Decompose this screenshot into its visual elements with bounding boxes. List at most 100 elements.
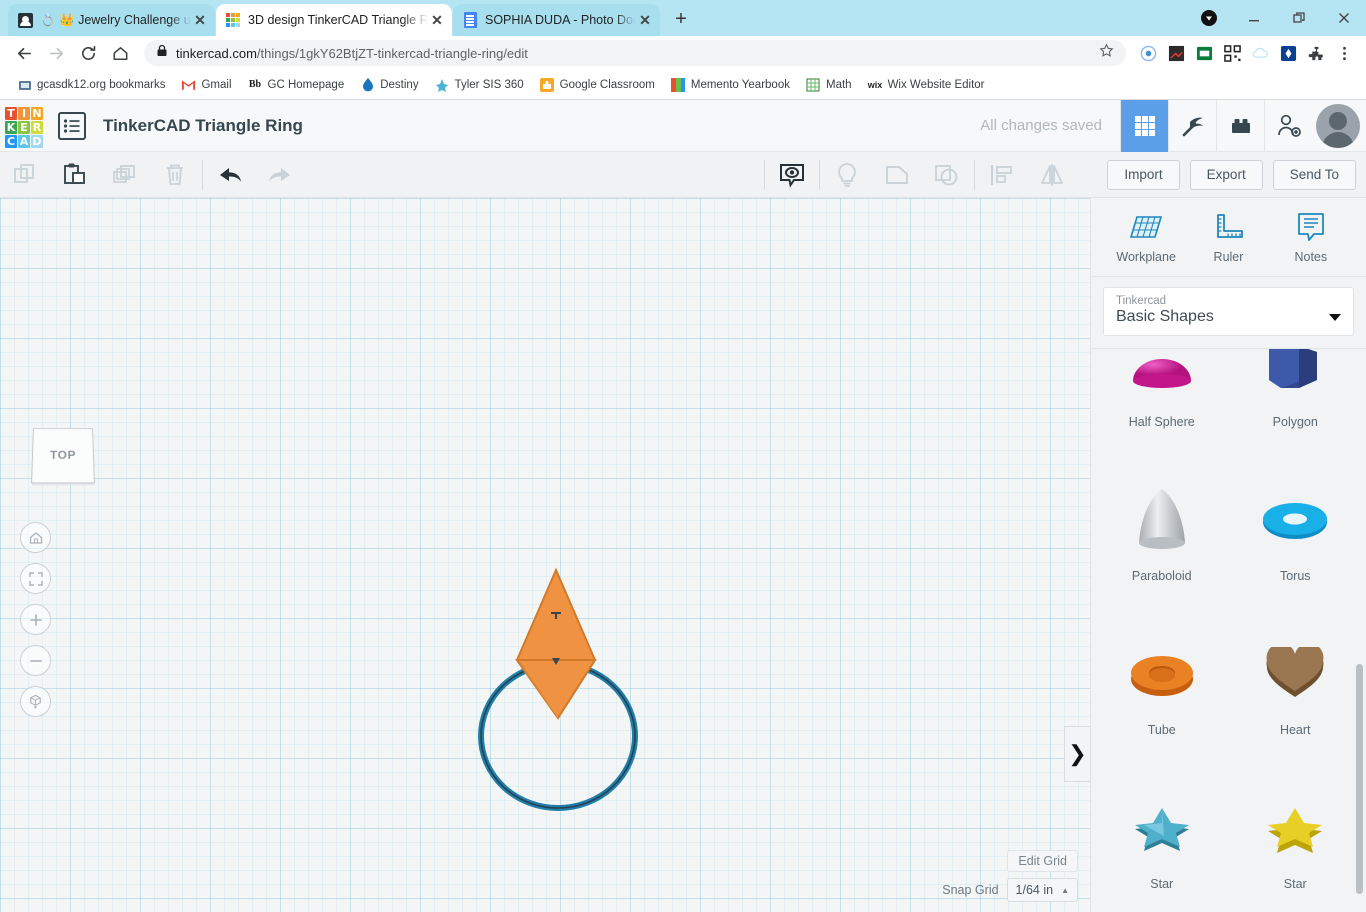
toolbar-divider [974,160,975,190]
zoom-out-icon[interactable] [20,645,51,676]
star-yellow-icon [1229,783,1363,875]
maximize-button[interactable] [1276,0,1321,36]
mirror-icon[interactable] [1027,152,1077,198]
bookmark-tyler-sis[interactable]: Tyler SIS 360 [428,74,531,95]
panel-scrollbar[interactable] [1356,349,1364,912]
destiny-icon [360,77,375,92]
send-to-button[interactable]: Send To [1273,160,1356,190]
home-button[interactable] [105,38,135,68]
notes-tool[interactable]: Notes [1275,211,1347,264]
shape-item-star-blue[interactable]: Star [1095,765,1229,912]
bookmark-google-classroom[interactable]: Google Classroom [533,74,662,95]
shape-item-star-yellow[interactable]: Star [1229,765,1363,912]
perspective-toggle-icon[interactable] [20,686,51,717]
address-bar[interactable]: tinkercad.com/things/1gkY62BtjZT-tinkerc… [144,40,1126,66]
wix-icon: wix [868,77,883,92]
target-icon[interactable] [1135,40,1161,66]
shapes-grid: Half Sphere Polygon Paraboloid [1095,348,1362,912]
bookmark-memento-yearbook[interactable]: Memento Yearbook [664,74,797,95]
ungroup-icon[interactable] [922,152,972,198]
grid-icon[interactable] [1120,100,1168,152]
shapes-list[interactable]: Half Sphere Polygon Paraboloid [1091,348,1366,912]
undo-icon[interactable] [205,152,255,198]
puzzle-icon[interactable] [1303,40,1329,66]
tab-close-icon[interactable]: ✕ [636,11,654,29]
minimize-button[interactable] [1231,0,1276,36]
panel-collapse-button[interactable]: ❯ [1064,726,1090,782]
align-icon[interactable] [977,152,1027,198]
shape-label: Polygon [1273,415,1318,429]
group-icon[interactable] [872,152,922,198]
view-cube[interactable]: TOP [31,428,95,483]
tab-close-icon[interactable]: ✕ [191,11,209,29]
workplane-tool[interactable]: Workplane [1110,211,1182,264]
export-button[interactable]: Export [1190,160,1263,190]
shape-item-tube[interactable]: Tube [1095,611,1229,765]
shape-item-polygon[interactable]: Polygon [1229,348,1363,457]
shape-item-heart[interactable]: Heart [1229,611,1363,765]
duplicate-icon[interactable] [100,152,150,198]
bookmark-label: Math [826,79,852,91]
edit-grid-button[interactable]: Edit Grid [1007,850,1078,872]
close-window-button[interactable] [1321,0,1366,36]
project-menu-button[interactable] [58,112,86,140]
shape-label: Star [1150,877,1173,891]
bookmark-math[interactable]: Math [799,74,859,95]
new-tab-button[interactable]: + [667,5,695,33]
bookmark-gmail[interactable]: Gmail [174,74,238,95]
3d-canvas[interactable]: TOP [0,198,1090,912]
bookmark-label: Google Classroom [560,79,655,91]
download-indicator-icon[interactable] [1186,0,1231,36]
bookmark-gcasdk12[interactable]: gcasdk12.org bookmarks [10,74,172,95]
back-button[interactable] [9,38,39,68]
tab-close-icon[interactable]: ✕ [428,11,446,29]
workplane-label: Workplane [1116,250,1176,264]
light-bulb-icon[interactable] [822,152,872,198]
show-hide-icon[interactable] [767,152,817,198]
pickaxe-icon[interactable] [1168,100,1216,152]
notes-label: Notes [1294,250,1327,264]
shape-label: Tube [1148,723,1176,737]
ruler-tool[interactable]: Ruler [1192,211,1264,264]
avatar[interactable] [1316,104,1360,148]
tabstrip: 💍 👑 Jewelry Challenge using T ✕ 3D desig… [0,0,695,36]
bookmark-star-icon[interactable] [1099,43,1114,63]
kebab-menu-icon[interactable] [1331,40,1357,66]
shape-item-torus[interactable]: Torus [1229,457,1363,611]
window-controls [1186,0,1366,36]
import-button[interactable]: Import [1107,160,1179,190]
browser-tab-2[interactable]: SOPHIA DUDA - Photo Documen ✕ [453,4,660,36]
forward-button[interactable] [41,38,71,68]
qr-code-icon[interactable] [1219,40,1245,66]
page-title[interactable]: TinkerCAD Triangle Ring [103,116,303,136]
chevron-down-icon [1329,314,1341,321]
panel-scroll-thumb[interactable] [1356,664,1363,894]
browser-tab-1[interactable]: 3D design TinkerCAD Triangle Ri ✕ [216,4,452,36]
copy-icon[interactable] [0,152,50,198]
bookmark-gc-homepage[interactable]: Bb GC Homepage [241,74,352,95]
library-name: Basic Shapes [1116,308,1341,326]
reload-button[interactable] [73,38,103,68]
fit-view-icon[interactable] [20,563,51,594]
bookmark-wix[interactable]: wix Wix Website Editor [861,74,992,95]
library-picker[interactable]: Tinkercad Basic Shapes [1103,287,1354,336]
brick-icon[interactable] [1216,100,1264,152]
bookmark-destiny[interactable]: Destiny [353,74,425,95]
blackboard-icon: Bb [248,77,263,92]
bookmark-label: Tyler SIS 360 [455,79,524,91]
blue-diamond-icon[interactable] [1275,40,1301,66]
add-user-icon[interactable] [1264,100,1312,152]
tinkercad-logo-icon[interactable]: T I N K E R C A D [5,107,43,145]
qr-scan-icon[interactable] [1163,40,1189,66]
snap-grid-select[interactable]: 1/64 in ▲ [1007,878,1078,902]
home-view-icon[interactable] [20,522,51,553]
shape-item-half-sphere[interactable]: Half Sphere [1095,348,1229,457]
cloud-icon[interactable] [1247,40,1273,66]
shape-item-paraboloid[interactable]: Paraboloid [1095,457,1229,611]
delete-icon[interactable] [150,152,200,198]
redo-icon[interactable] [255,152,305,198]
zoom-in-icon[interactable] [20,604,51,635]
green-doc-icon[interactable] [1191,40,1217,66]
browser-tab-0[interactable]: 💍 👑 Jewelry Challenge using T ✕ [8,4,215,36]
paste-icon[interactable] [50,152,100,198]
